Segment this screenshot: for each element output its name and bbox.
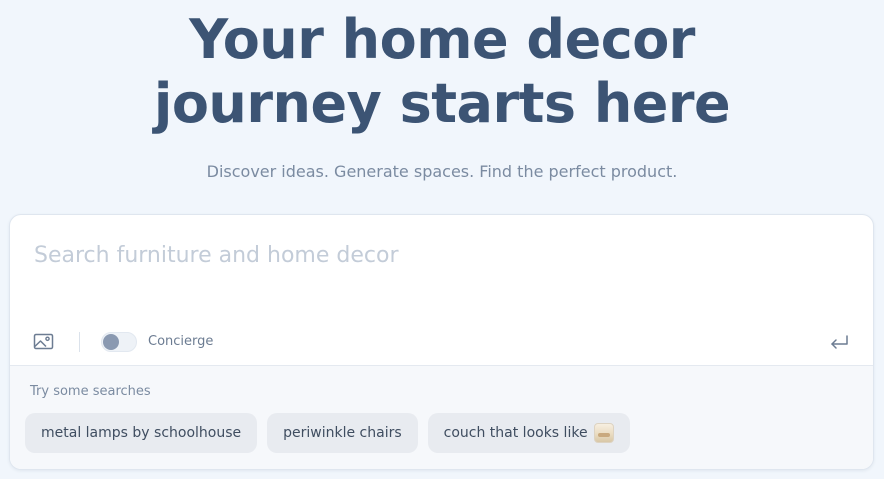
image-upload-button[interactable] xyxy=(32,331,56,353)
suggestion-chip-label: periwinkle chairs xyxy=(283,425,402,441)
couch-image-thumbnail-icon xyxy=(593,423,614,443)
concierge-toggle-knob xyxy=(103,334,119,350)
suggestion-chip[interactable]: periwinkle chairs xyxy=(267,413,418,453)
suggestion-chip[interactable]: metal lamps by schoolhouse xyxy=(25,413,258,453)
search-card: Concierge Try some searches metal lamps … xyxy=(9,214,874,470)
suggested-searches: Try some searches metal lamps by schoolh… xyxy=(10,365,873,469)
suggestions-title: Try some searches xyxy=(30,384,151,399)
submit-search-button[interactable] xyxy=(827,331,851,353)
page-title: Your home decor journey starts here xyxy=(0,8,884,136)
page-title-line-1: Your home decor xyxy=(189,8,695,71)
image-upload-icon xyxy=(33,333,54,350)
suggestion-chip-label: metal lamps by schoolhouse xyxy=(41,425,242,441)
suggestion-chip-label: couch that looks like xyxy=(443,425,588,441)
page: Your home decor journey starts here Disc… xyxy=(0,0,884,479)
enter-return-icon xyxy=(831,335,848,349)
search-input[interactable] xyxy=(34,237,814,273)
page-subtitle: Discover ideas. Generate spaces. Find th… xyxy=(206,162,678,181)
suggestion-chips: metal lamps by schoolhouse periwinkle ch… xyxy=(25,413,630,453)
page-title-line-2: journey starts here xyxy=(153,72,731,135)
toolbar-divider xyxy=(79,332,80,352)
suggestion-chip[interactable]: couch that looks like xyxy=(427,413,630,453)
concierge-toggle[interactable] xyxy=(101,332,137,352)
concierge-label: Concierge xyxy=(148,334,214,349)
search-toolbar: Concierge xyxy=(10,325,873,359)
